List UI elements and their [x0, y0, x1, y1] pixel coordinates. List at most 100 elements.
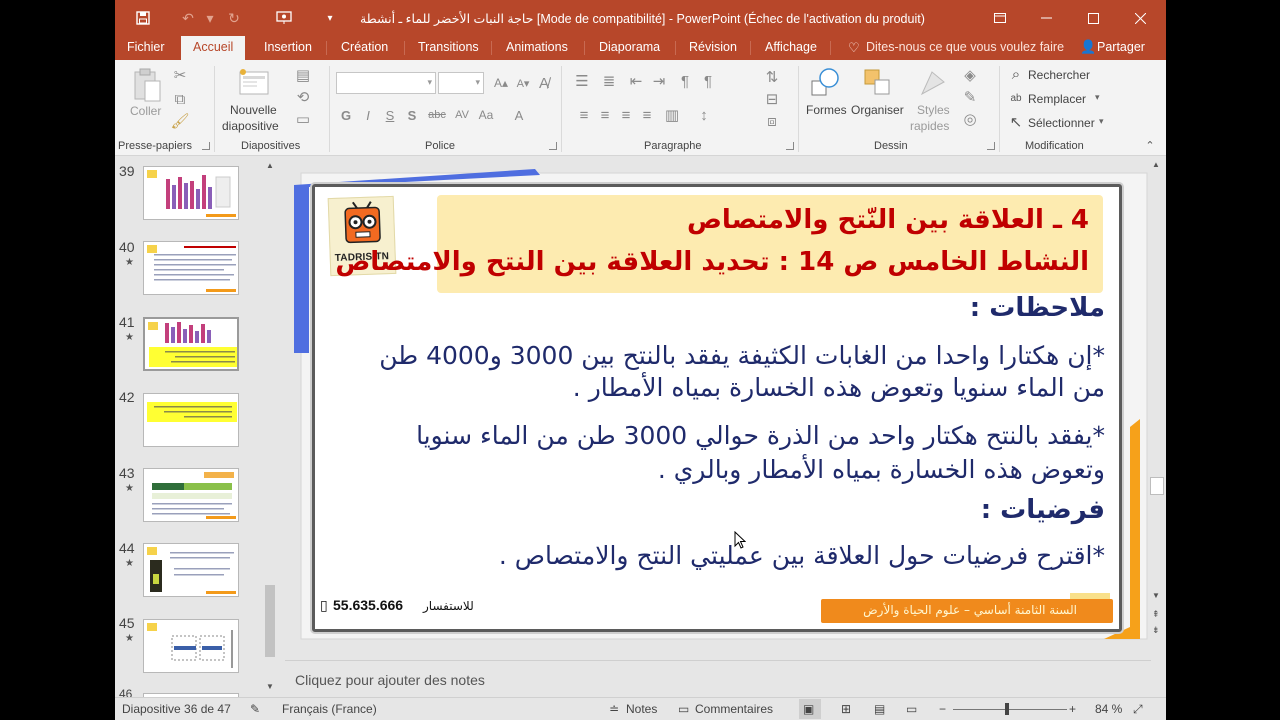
notes-pane[interactable]: Cliquez pour ajouter des notes	[285, 660, 1151, 697]
scroll-up-icon[interactable]: ▲	[1152, 160, 1160, 169]
increase-indent-icon[interactable]: ⇥	[649, 72, 669, 90]
char-spacing-icon[interactable]: AV	[453, 106, 471, 124]
paragraph-dialog-launcher[interactable]	[786, 142, 794, 150]
thumbnails-scrollbar[interactable]: ▲ ▼	[262, 157, 278, 697]
columns-icon[interactable]: ▥	[663, 106, 681, 124]
justify-icon[interactable]: ≡	[638, 106, 656, 124]
thumbnail-slide-45[interactable]	[143, 619, 239, 673]
fit-slide-icon[interactable]: ⤢	[1133, 702, 1143, 717]
line-spacing-icon[interactable]: ↕	[695, 106, 713, 124]
tab-creation[interactable]: Création	[341, 36, 388, 60]
section-icon[interactable]: ▭	[294, 110, 312, 128]
rtl-icon[interactable]: ¶	[675, 72, 695, 90]
thumbnail-slide-44[interactable]	[143, 543, 239, 597]
current-slide[interactable]: TADRIS.TN 4 ـ العلاقة بين النّتح والامتص…	[312, 184, 1122, 632]
copy-icon[interactable]: ⧉	[171, 90, 189, 108]
scroll-up-icon[interactable]: ▲	[263, 159, 277, 173]
scroll-down-icon[interactable]: ▼	[263, 680, 277, 694]
align-text-icon[interactable]: ⊟	[762, 90, 782, 108]
notes-toggle-button[interactable]: Notes	[626, 702, 657, 716]
next-slide-icon[interactable]: ⇟	[1152, 625, 1160, 636]
align-left-icon[interactable]: ≡	[575, 106, 593, 124]
clipboard-dialog-launcher[interactable]	[202, 142, 210, 150]
drawing-dialog-launcher[interactable]	[987, 142, 995, 150]
find-button[interactable]: Rechercher	[1028, 68, 1090, 82]
zoom-slider-thumb[interactable]	[1005, 703, 1009, 715]
replace-button[interactable]: Remplacer	[1028, 92, 1086, 106]
ltr-icon[interactable]: ¶	[698, 72, 718, 90]
strikethrough-button[interactable]: abc	[425, 106, 449, 124]
quick-styles-icon[interactable]	[916, 66, 950, 100]
tab-fichier[interactable]: Fichier	[127, 36, 165, 60]
cut-icon[interactable]: ✂	[171, 66, 189, 84]
slide-sorter-icon[interactable]: ⊞	[841, 702, 851, 716]
save-icon[interactable]	[132, 7, 154, 29]
thumbnail-slide-40[interactable]	[143, 241, 239, 295]
shapes-icon[interactable]	[808, 66, 842, 100]
redo-icon[interactable]: ↻	[223, 7, 245, 29]
font-dialog-launcher[interactable]	[549, 142, 557, 150]
bullets-icon[interactable]: ☰	[572, 72, 592, 90]
normal-view-icon[interactable]: ▣	[803, 702, 814, 716]
zoom-slider-track[interactable]	[953, 709, 1067, 710]
align-right-icon[interactable]: ≡	[617, 106, 635, 124]
maximize-icon[interactable]	[1081, 6, 1105, 30]
arrange-icon[interactable]	[861, 66, 895, 100]
layout-icon[interactable]: ▤	[294, 66, 312, 84]
notes-placeholder[interactable]: Cliquez pour ajouter des notes	[295, 672, 485, 688]
thumbnail-slide-41[interactable]	[143, 317, 239, 371]
reset-slide-icon[interactable]: ⟲	[294, 88, 312, 106]
comments-toggle-button[interactable]: Commentaires	[695, 702, 773, 716]
minimize-icon[interactable]	[1034, 6, 1058, 30]
smartart-icon[interactable]: ⧈	[762, 112, 782, 130]
tell-me-search[interactable]: Dites-nous ce que vous voulez faire	[866, 36, 1064, 60]
language-indicator[interactable]: Français (France)	[282, 702, 377, 716]
thumbnail-slide-42[interactable]	[143, 393, 239, 447]
replace-dropdown-icon[interactable]: ▾	[1095, 92, 1100, 103]
paste-icon[interactable]	[131, 66, 163, 104]
tab-insertion[interactable]: Insertion	[264, 36, 312, 60]
scrollbar-thumb[interactable]	[265, 585, 275, 657]
scroll-down-icon[interactable]: ▼	[1152, 591, 1160, 600]
shrink-font-icon[interactable]: A▾	[514, 74, 532, 92]
new-slide-icon[interactable]	[237, 66, 271, 98]
italic-button[interactable]: I	[359, 106, 377, 124]
tab-revision[interactable]: Révision	[689, 36, 737, 60]
thumbnail-slide-43[interactable]	[143, 468, 239, 522]
ribbon-display-options-icon[interactable]	[988, 6, 1012, 30]
shape-outline-icon[interactable]: ✎	[961, 88, 979, 106]
grow-font-icon[interactable]: A▴	[492, 74, 510, 92]
tab-accueil[interactable]: Accueil	[181, 36, 246, 60]
scrollbar-thumb[interactable]	[1150, 477, 1164, 495]
tab-affichage[interactable]: Affichage	[765, 36, 817, 60]
select-dropdown-icon[interactable]: ▾	[1099, 116, 1104, 127]
zoom-level[interactable]: 84 %	[1095, 702, 1122, 716]
numbering-icon[interactable]: ≣	[599, 72, 619, 90]
thumbnail-slide-39[interactable]	[143, 166, 239, 220]
shape-effects-icon[interactable]: ◎	[961, 110, 979, 128]
zoom-out-icon[interactable]: −	[939, 702, 946, 716]
decrease-indent-icon[interactable]: ⇤	[626, 72, 646, 90]
underline-button[interactable]: S	[381, 106, 399, 124]
previous-slide-icon[interactable]: ⇞	[1152, 609, 1160, 620]
font-color-icon[interactable]: A	[510, 106, 528, 124]
change-case-icon[interactable]: Aa	[477, 106, 495, 124]
undo-icon[interactable]: ↶	[177, 7, 199, 29]
font-family-combo[interactable]: ▾	[336, 72, 436, 94]
tab-diaporama[interactable]: Diaporama	[599, 36, 660, 60]
select-button[interactable]: Sélectionner	[1028, 116, 1095, 130]
bold-button[interactable]: G	[337, 106, 355, 124]
collapse-ribbon-icon[interactable]: ⌃	[1143, 138, 1157, 152]
shape-fill-icon[interactable]: ◈	[961, 66, 979, 84]
customize-toolbar-icon[interactable]: ▾	[319, 7, 341, 29]
spellcheck-icon[interactable]: ✎	[250, 702, 260, 716]
slideshow-from-start-icon[interactable]	[273, 7, 295, 29]
text-direction-icon[interactable]: ⇅	[762, 68, 782, 86]
reading-view-icon[interactable]: ▤	[874, 702, 885, 716]
format-painter-icon[interactable]: 🖌	[170, 112, 189, 130]
font-size-combo[interactable]: ▾	[438, 72, 484, 94]
align-center-icon[interactable]: ≡	[596, 106, 614, 124]
shadow-button[interactable]: S	[403, 106, 421, 124]
tab-animations[interactable]: Animations	[506, 36, 568, 60]
slideshow-view-icon[interactable]: ▭	[906, 702, 917, 716]
